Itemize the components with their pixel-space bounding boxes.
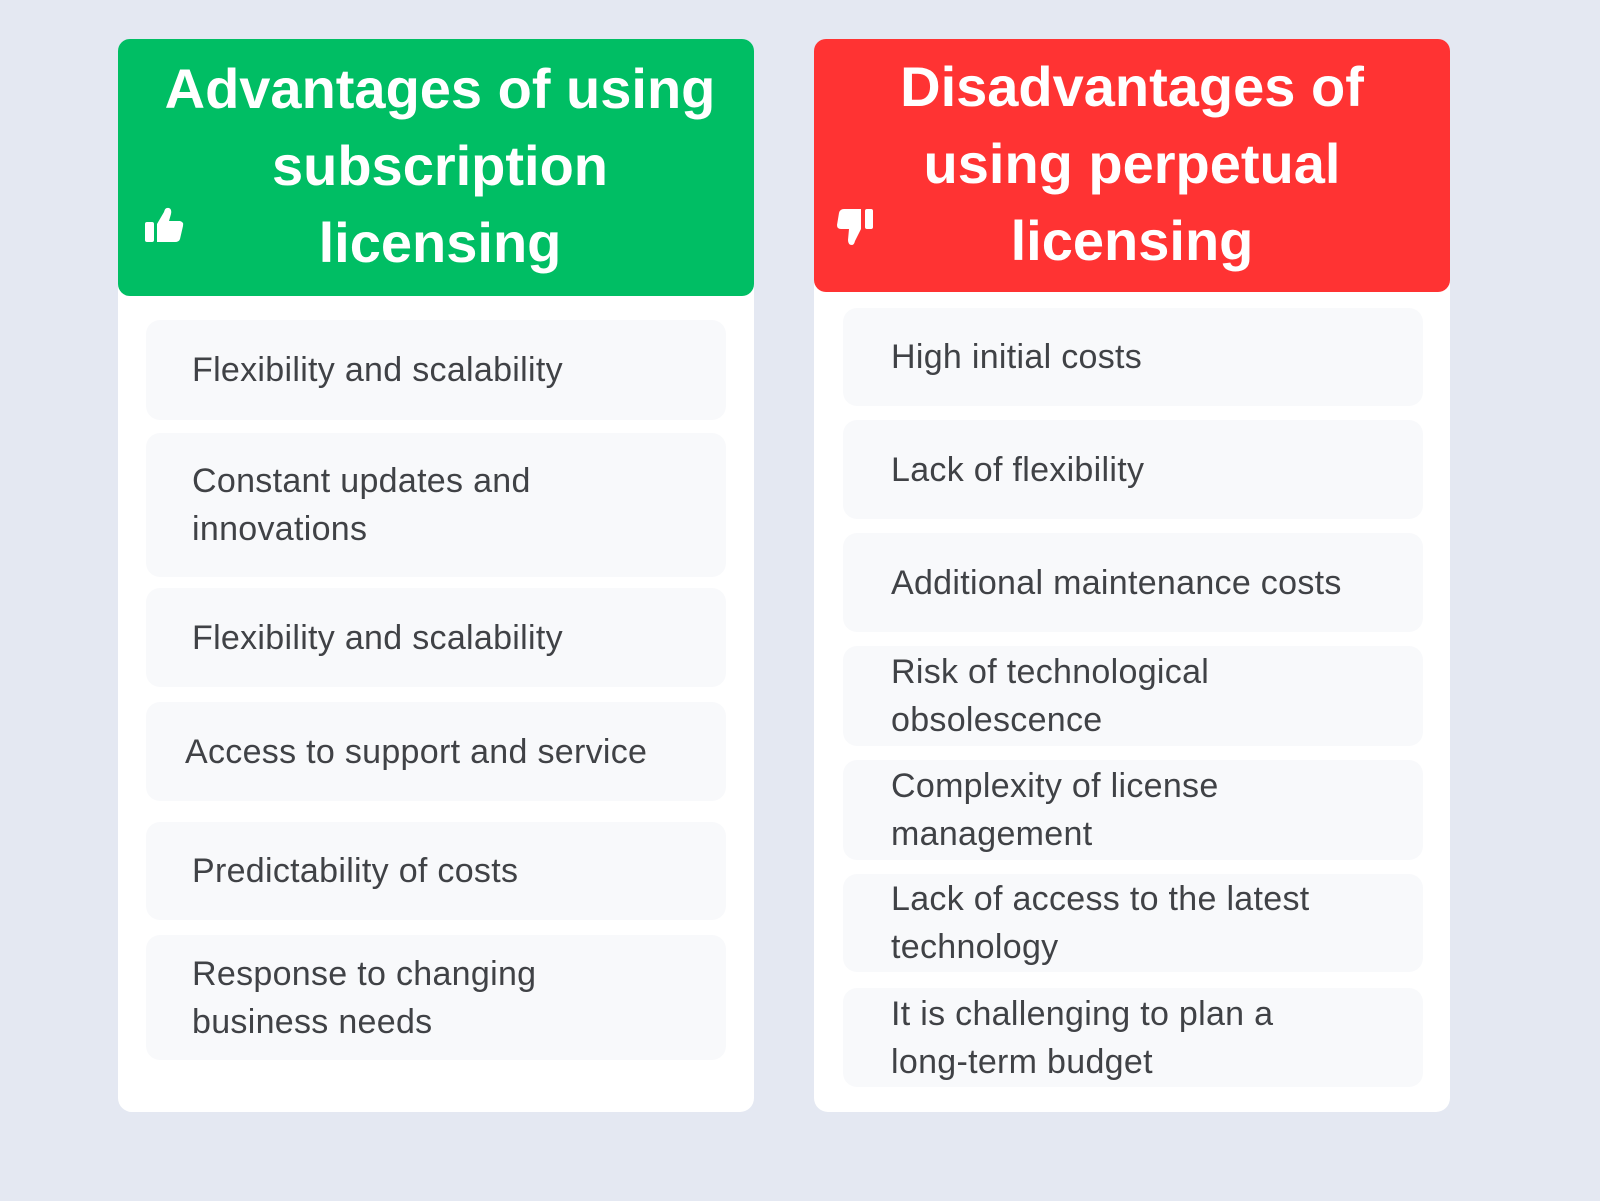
advantage-item: Flexibility and scalability	[146, 320, 726, 420]
thumbs-up-icon	[142, 204, 186, 248]
disadvantage-item: High initial costs	[843, 308, 1423, 406]
disadvantage-item: Lack of access to the latest technology	[843, 874, 1423, 972]
thumbs-down-icon	[834, 205, 878, 249]
advantages-title: Advantages of using subscription licensi…	[164, 57, 716, 274]
advantages-card: Advantages of using subscription licensi…	[118, 39, 754, 1112]
disadvantage-item: Lack of flexibility	[843, 420, 1423, 519]
advantage-item: Constant updates and innovations	[146, 433, 726, 577]
advantage-item: Response to changing business needs	[146, 935, 726, 1060]
disadvantages-title: Disadvantages of using perpetual licensi…	[900, 55, 1364, 272]
advantages-header: Advantages of using subscription licensi…	[118, 39, 754, 296]
disadvantages-card: Disadvantages of using perpetual licensi…	[814, 39, 1450, 1112]
disadvantage-item: It is challenging to plan a long-term bu…	[843, 988, 1423, 1087]
advantage-item: Flexibility and scalability	[146, 588, 726, 687]
disadvantages-header: Disadvantages of using perpetual licensi…	[814, 39, 1450, 292]
advantage-item: Predictability of costs	[146, 822, 726, 920]
advantage-item: Access to support and service	[146, 702, 726, 801]
disadvantage-item: Complexity of license management	[843, 760, 1423, 860]
disadvantage-item: Additional maintenance costs	[843, 533, 1423, 632]
disadvantage-item: Risk of technological obsolescence	[843, 646, 1423, 746]
